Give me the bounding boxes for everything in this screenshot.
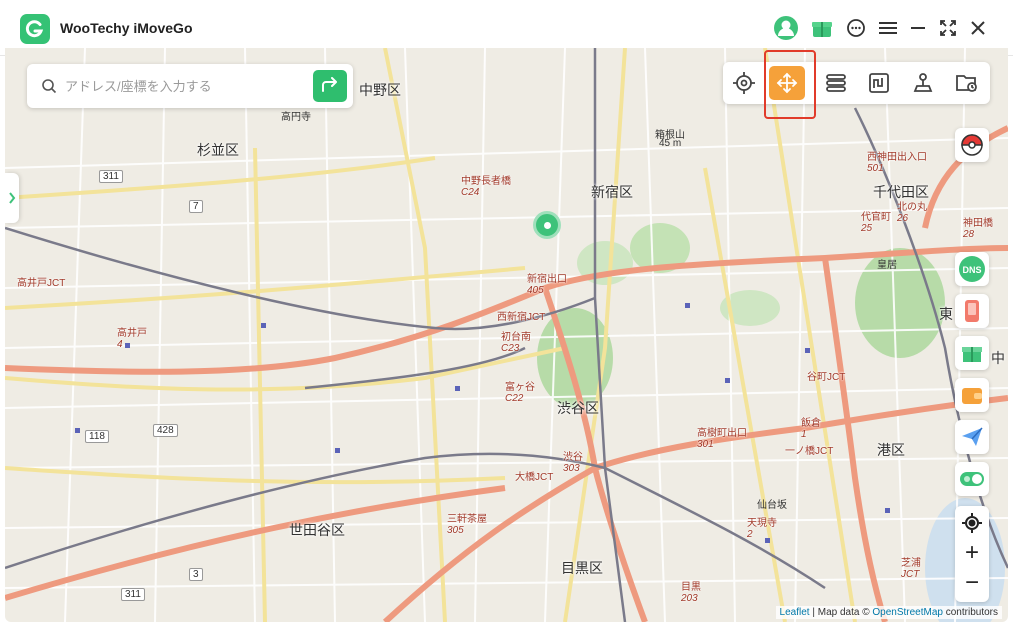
ward-label: 渋谷区 — [557, 400, 599, 416]
place-label: 45 m — [659, 138, 682, 149]
history-icon — [956, 75, 977, 92]
device-icon — [965, 300, 979, 322]
place-label: 高円寺 — [281, 112, 311, 123]
ward-label: 目黒区 — [561, 560, 603, 576]
send-icon — [962, 427, 983, 446]
zoom-out-button[interactable]: − — [955, 568, 989, 598]
ward-label: 世田谷区 — [289, 522, 345, 538]
station-label: 目黒 203 — [681, 582, 701, 604]
station-label: 谷町JCT — [807, 372, 846, 383]
app-logo-icon — [20, 14, 50, 44]
dns-icon: DNS — [959, 256, 985, 282]
send-button[interactable] — [955, 420, 989, 454]
close-icon[interactable] — [964, 14, 992, 42]
station-label: 代官町 25 — [861, 212, 891, 234]
ward-label: 新宿区 — [591, 184, 633, 200]
road-number-label: 311 — [121, 588, 145, 601]
app-title: WooTechy iMoveGo — [60, 20, 193, 36]
gift-box-button[interactable] — [955, 336, 989, 370]
pokemon-button[interactable] — [955, 128, 989, 162]
leaflet-link[interactable]: Leaflet — [780, 607, 810, 618]
menu-icon[interactable] — [874, 14, 902, 42]
jump-mode-button[interactable] — [861, 66, 897, 100]
road-number-label: 428 — [153, 424, 178, 437]
station-label: 高井戸 4 — [117, 328, 147, 350]
chevron-right-icon — [9, 192, 16, 204]
road-number-label: 3 — [189, 568, 203, 581]
wallet-button[interactable] — [955, 378, 989, 412]
svg-text:DNS: DNS — [962, 265, 981, 275]
station-label: 新宿出口 405 — [527, 274, 567, 296]
place-label: 仙台坂 — [757, 500, 787, 511]
osm-link[interactable]: OpenStreetMap — [872, 607, 943, 618]
station-label: 三軒茶屋 305 — [447, 514, 487, 536]
ward-label: 東 — [939, 306, 953, 322]
ward-label: 中野区 — [359, 82, 401, 98]
locate-button[interactable] — [955, 508, 989, 538]
gift-box-icon — [962, 347, 982, 362]
teleport-mode-button[interactable] — [905, 66, 941, 100]
teleport-icon — [913, 73, 933, 92]
road-number-label: 311 — [99, 170, 123, 183]
sidebar-expand-button[interactable] — [5, 173, 19, 223]
chat-icon[interactable] — [842, 14, 870, 42]
station-label: 高樹町出口 301 — [697, 428, 747, 450]
search-bar — [27, 64, 353, 108]
target-mode-button[interactable] — [726, 66, 762, 100]
station-label: 中野長者橋 C24 — [461, 176, 511, 198]
multi-spot-mode-button[interactable] — [818, 66, 854, 100]
station-label: 高井戸JCT — [17, 278, 66, 289]
station-label: 一ノ橋JCT — [785, 446, 834, 457]
station-label: 北の丸 26 — [897, 202, 927, 224]
mode-toolbar — [723, 62, 990, 104]
avatar-icon[interactable] — [772, 14, 800, 42]
search-go-button[interactable] — [313, 70, 347, 102]
wallet-icon — [962, 388, 982, 404]
map-view[interactable]: 中野区 杉並区 新宿区 千代田区 渋谷区 港区 世田谷区 目黒区 東 中 中野長… — [5, 48, 1008, 622]
search-icon — [42, 79, 57, 94]
station-label: 飯倉 1 — [801, 418, 821, 440]
device-button[interactable] — [955, 294, 989, 328]
place-label: 皇居 — [877, 260, 897, 271]
multi-route-icon — [826, 74, 846, 92]
locate-icon — [962, 513, 982, 533]
station-label: 天現寺 2 — [747, 518, 777, 540]
toggle-icon — [960, 472, 984, 486]
minimize-icon[interactable] — [904, 14, 932, 42]
zoom-in-button[interactable]: + — [955, 538, 989, 568]
toggle-button[interactable] — [955, 462, 989, 496]
joystick-move-icon — [776, 72, 798, 94]
road-number-label: 118 — [85, 430, 109, 443]
route-arrow-icon — [322, 77, 337, 92]
dns-button[interactable]: DNS — [955, 252, 989, 286]
station-label: 渋谷 303 — [563, 452, 583, 474]
station-label: 芝浦 JCT — [901, 558, 921, 580]
station-label: 西神田出入口 501 — [867, 152, 927, 174]
expand-icon[interactable] — [934, 14, 962, 42]
ward-label: 港区 — [877, 442, 905, 458]
location-pin[interactable] — [533, 211, 561, 239]
history-button[interactable] — [949, 66, 985, 100]
station-label: 西新宿JCT — [497, 312, 546, 323]
joystick-mode-button[interactable] — [769, 66, 805, 100]
ward-label: 杉並区 — [197, 142, 239, 158]
pokeball-icon — [961, 134, 983, 156]
station-label: 初台南 C23 — [501, 332, 531, 354]
station-label: 大橋JCT — [515, 472, 554, 483]
target-icon — [733, 72, 755, 94]
jump-icon — [869, 73, 889, 93]
station-label: 富ヶ谷 C22 — [505, 382, 535, 404]
map-attribution: Leaflet | Map data © OpenStreetMap contr… — [775, 606, 1002, 619]
road-number-label: 7 — [189, 200, 203, 213]
gift-icon[interactable] — [808, 14, 836, 42]
zoom-controls: + − — [955, 506, 989, 602]
station-label: 神田橋 28 — [963, 218, 993, 240]
search-input[interactable] — [65, 72, 305, 100]
ward-label: 中 — [991, 350, 1005, 366]
